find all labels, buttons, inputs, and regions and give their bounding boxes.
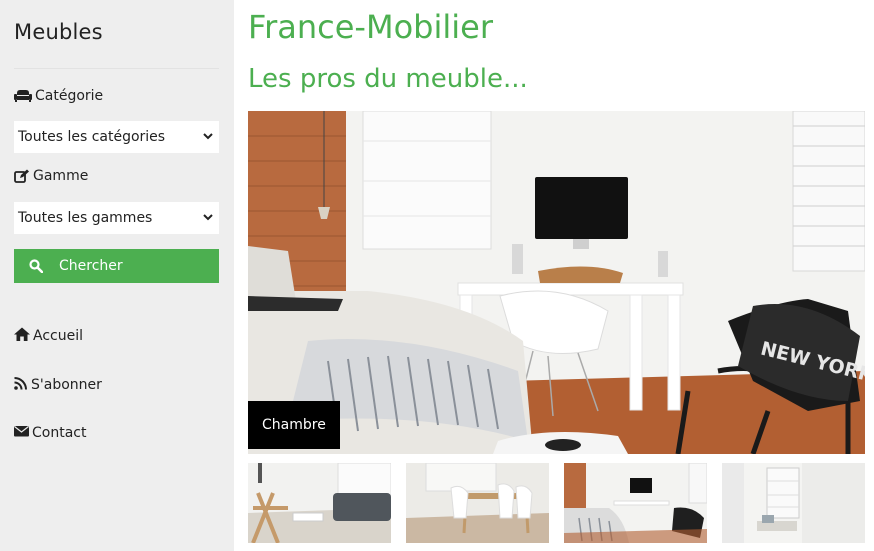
category-select-value: Toutes les catégories [18, 129, 166, 145]
chevron-down-icon [203, 129, 213, 145]
page-subtitle: Les pros du meuble... [248, 64, 528, 94]
sofa-icon [14, 89, 32, 103]
range-label: Gamme [14, 168, 88, 184]
brand-title: Meubles [14, 20, 103, 44]
thumbnail-3[interactable] [564, 463, 707, 543]
nav-item-label: Accueil [33, 328, 83, 344]
search-button-label: Chercher [59, 258, 123, 274]
thumbnail-4[interactable] [722, 463, 865, 543]
search-icon [29, 259, 43, 273]
thumbnail-1[interactable] [248, 463, 391, 543]
hero-image[interactable]: NEW YORK Chambre [248, 111, 865, 454]
edit-icon [14, 169, 30, 183]
category-label: Catégorie [14, 88, 103, 104]
nav-item-label: Contact [32, 425, 87, 441]
dining-room-thumbnail [406, 463, 549, 543]
nav-item-label: S'abonner [31, 377, 102, 393]
range-select[interactable]: Toutes les gammes [14, 202, 219, 234]
divider [14, 68, 219, 69]
range-label-text: Gamme [33, 168, 89, 184]
category-label-text: Catégorie [35, 88, 104, 104]
rss-icon [14, 376, 28, 394]
nav-item-contact[interactable]: Contact [14, 425, 86, 441]
envelope-icon [14, 425, 29, 441]
lounge-thumbnail [722, 463, 865, 543]
category-select[interactable]: Toutes les catégories [14, 121, 219, 153]
bedroom-photo: NEW YORK [248, 111, 865, 454]
nav-item-accueil[interactable]: Accueil [14, 327, 83, 345]
page-title: France-Mobilier [248, 8, 493, 46]
chevron-down-icon [203, 210, 213, 226]
thumbnail-2[interactable] [406, 463, 549, 543]
search-button[interactable]: Chercher [14, 249, 219, 283]
home-icon [14, 327, 30, 345]
range-select-value: Toutes les gammes [18, 210, 153, 226]
nav-item-abonner[interactable]: S'abonner [14, 376, 102, 394]
bedroom-thumbnail [564, 463, 707, 543]
living-room-thumbnail [248, 463, 391, 543]
hero-caption: Chambre [248, 401, 340, 449]
sidebar: Meubles Catégorie Toutes les catégories … [0, 0, 234, 551]
